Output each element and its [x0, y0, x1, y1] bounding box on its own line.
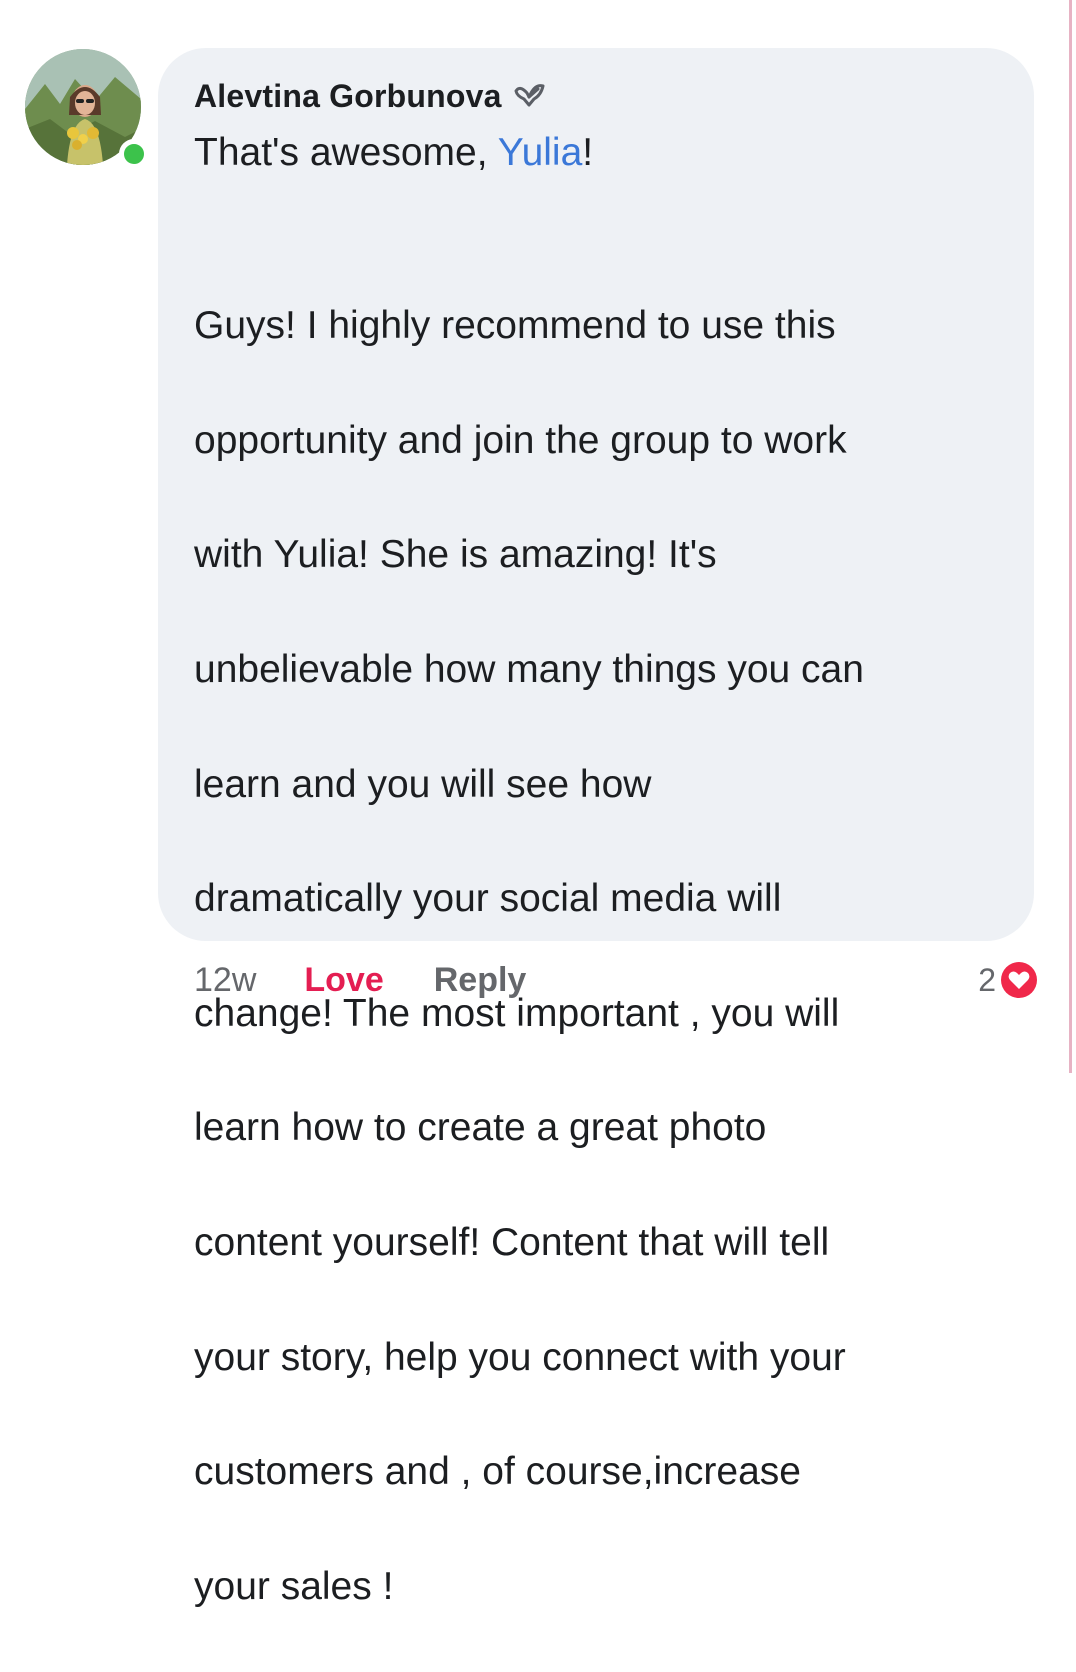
- mention-link[interactable]: Yulia: [498, 131, 583, 174]
- greeting-suffix: !: [582, 131, 594, 174]
- author-row: Alevtina Gorbunova: [194, 74, 998, 118]
- comment-body-line: Guys! I highly recommend to use this: [194, 304, 836, 348]
- comment-body-line: unbelievable how many things you can: [194, 648, 864, 692]
- comment-body-line: content yourself! Content that will tell: [194, 1221, 830, 1265]
- reaction-count: 2: [978, 961, 996, 998]
- online-status-dot: [119, 139, 149, 169]
- author-name[interactable]: Alevtina Gorbunova: [194, 78, 502, 115]
- love-button[interactable]: Love: [304, 961, 383, 1000]
- avatar[interactable]: [25, 49, 149, 169]
- comment-body-line: your story, help you connect with your: [194, 1335, 846, 1379]
- comment-body-line: dramatically your social media will: [194, 877, 782, 921]
- right-edge-line: [1069, 0, 1072, 1073]
- comment-body-line: learn how to create a great photo: [194, 1106, 767, 1150]
- comment-body-line: customers and , of course,increase: [194, 1450, 801, 1494]
- comment-body-line: your sales !: [194, 1564, 394, 1608]
- rising-star-badge-icon[interactable]: [512, 81, 546, 111]
- greeting-prefix: That's awesome,: [194, 131, 498, 174]
- reply-button[interactable]: Reply: [434, 961, 527, 1000]
- comment-body-line: learn and you will see how: [194, 762, 652, 806]
- comment-greeting: That's awesome, Yulia!: [194, 124, 998, 182]
- comment-bubble: Alevtina Gorbunova That's awesome, Yulia…: [158, 48, 1034, 1608]
- comment-body-line: with Yulia! She is amazing! It's: [194, 533, 717, 577]
- reaction-summary[interactable]: 2: [978, 958, 1040, 1002]
- comment-body: Guys! I highly recommend to use this opp…: [194, 240, 998, 1672]
- heart-icon: [998, 959, 1040, 1001]
- comment-actions: 12w Love Reply: [194, 958, 526, 1002]
- comment-timestamp[interactable]: 12w: [194, 961, 256, 1000]
- comment-body-line: opportunity and join the group to work: [194, 418, 847, 462]
